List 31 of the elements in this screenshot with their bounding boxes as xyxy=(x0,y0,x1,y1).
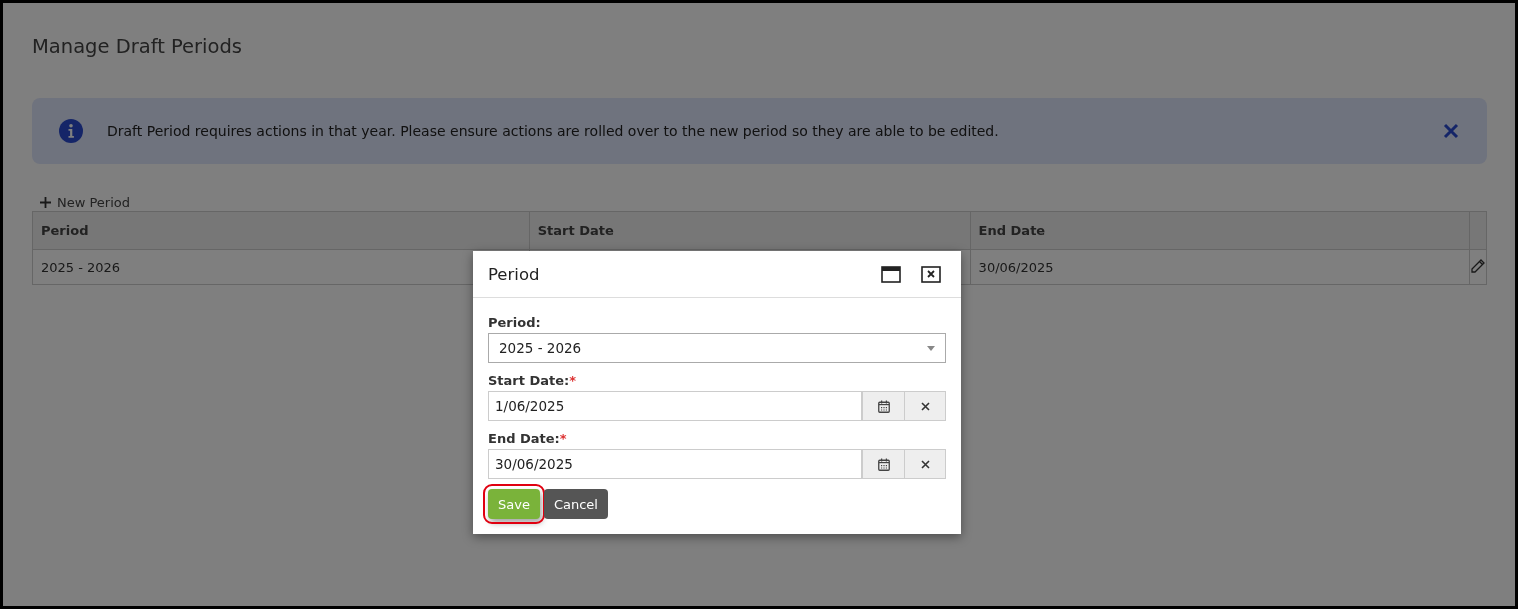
field-label: Period: xyxy=(488,315,542,330)
column-header: End Date xyxy=(970,211,1470,250)
dialog-title: Period xyxy=(488,264,541,284)
close-icon xyxy=(920,401,930,411)
column-header: Period xyxy=(32,211,530,250)
close-icon xyxy=(920,459,930,469)
caret-icon xyxy=(927,345,935,351)
column-header: Start Date xyxy=(529,211,971,250)
calendar-button[interactable] xyxy=(862,391,904,421)
maximize-button[interactable] xyxy=(879,263,903,285)
field-label: Start Date:* xyxy=(488,373,578,388)
date-input-field[interactable]: 1/06/2025 xyxy=(488,391,862,421)
calendar-button[interactable] xyxy=(862,449,904,479)
pencil-icon xyxy=(1470,257,1486,274)
table-cell: 30/06/2025 xyxy=(970,249,1470,285)
info-icon xyxy=(59,119,83,143)
period-dropdown[interactable]: 2025 - 2026 xyxy=(488,333,946,363)
close-icon xyxy=(1443,123,1459,139)
close-button[interactable] xyxy=(919,263,943,285)
cancel-button[interactable]: Cancel xyxy=(543,489,608,519)
edit-button[interactable] xyxy=(1470,257,1486,274)
info-message: Draft Period requires actions in that year. Please ensure actions are rolled over to the new period so they are able to be edited. xyxy=(107,123,1000,139)
window-icon xyxy=(881,265,901,283)
calendar-icon xyxy=(877,399,890,413)
plus-icon xyxy=(40,196,51,208)
calendar-icon xyxy=(877,457,890,471)
close-icon xyxy=(921,265,941,283)
date-input-field[interactable]: 30/06/2025 xyxy=(488,449,862,479)
new-period-button[interactable]: New Period xyxy=(32,193,131,211)
field-label: End Date:* xyxy=(488,431,568,446)
page-title: Manage Draft Periods xyxy=(32,35,243,58)
